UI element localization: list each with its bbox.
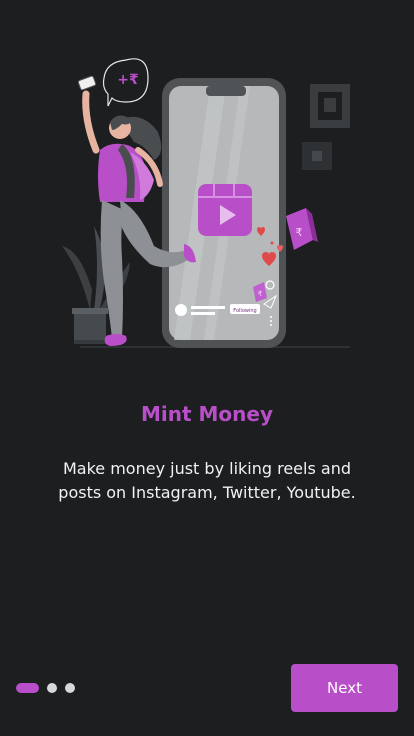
svg-text:₹: ₹ xyxy=(296,226,303,239)
onboarding-illustration: Following ₹ ₹ +₹ xyxy=(62,58,350,348)
page-dot-3[interactable] xyxy=(65,683,75,693)
next-button[interactable]: Next xyxy=(291,664,398,712)
decor-squares xyxy=(302,84,350,170)
page-dot-2[interactable] xyxy=(47,683,57,693)
onboarding-title: Mint Money xyxy=(140,402,273,426)
video-play-icon xyxy=(198,184,252,236)
page-indicator xyxy=(16,683,75,693)
onboarding-description: Make money just by liking reels and post… xyxy=(58,459,356,502)
svg-text:+₹: +₹ xyxy=(117,72,139,88)
phone-mockup: Following xyxy=(162,78,286,348)
svg-text:₹: ₹ xyxy=(258,290,263,298)
svg-text:Following: Following xyxy=(233,308,256,314)
speech-bubble: +₹ xyxy=(102,58,149,107)
page-dot-1[interactable] xyxy=(16,683,39,693)
